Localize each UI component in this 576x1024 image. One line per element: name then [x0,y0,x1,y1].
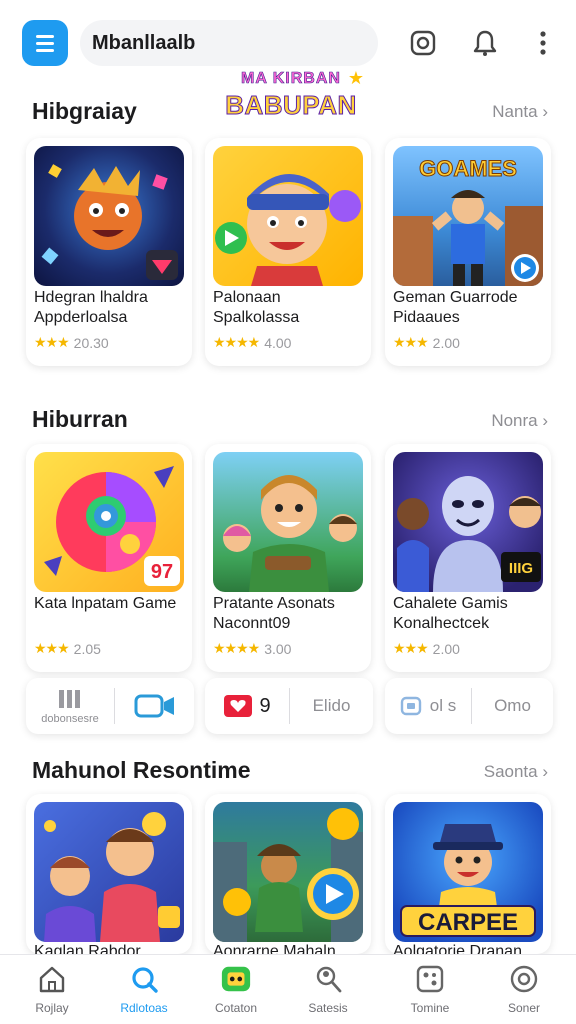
nav-item-settings[interactable]: Soner [484,963,564,1015]
star-icon: ★★★ [393,640,429,656]
game-rating: ★★★★ 3.00 [213,640,292,657]
home-icon [36,963,68,995]
instagram-icon[interactable] [406,26,440,60]
nav-item-tournament[interactable]: Tomine [390,963,470,1015]
game-thumbnail: GOAMES [393,146,543,286]
game-title: Pratante Asonats Naconnt09 [213,595,335,632]
video-icon[interactable] [115,678,194,734]
game-card[interactable]: GOAMES Geman Guarrode Pidaaues ★★★ 2.00 [385,138,551,366]
game-rating: ★★★ 2.05 [34,640,101,657]
game-thumbnail [213,146,363,286]
star-icon: ★★★ [34,640,70,656]
game-card[interactable]: Aonrarne Mahaln [205,794,371,954]
game-card[interactable]: Palonaan Spalkolassa ★★★★ 4.00 [205,138,371,366]
game-rating: ★★★ 2.00 [393,640,460,657]
game-title: Geman Guarrode Pidaaues [393,289,518,326]
svg-text:GOAMES: GOAMES [419,156,517,181]
app-logo: MA KIRBAN BABUPAN ★ [225,68,364,121]
game-thumbnail [213,802,363,942]
search-input[interactable]: Mbanllaalb [80,20,378,66]
game-card[interactable]: CARPEE Aolgatorie Dranan [385,794,551,954]
tournament-icon [414,963,446,995]
game-rating: ★★★ 20.30 [34,334,109,351]
menu-button[interactable] [22,20,68,66]
tool-item[interactable]: dobonsesre [26,678,114,734]
star-icon: ★ [347,68,364,88]
tool-card[interactable]: dobonsesre [26,678,194,734]
star-icon: ★★★★ [213,640,260,656]
section-title: Hiburran [32,406,128,432]
heart-icon [224,695,253,717]
nav-item-search[interactable]: Rdlotoas [104,963,184,1015]
star-icon: ★★★★ [213,334,260,350]
bars-icon [59,689,80,708]
game-card[interactable]: 97 Kata lnpatam Game ★★★ 2.05 [26,444,192,672]
settings-icon [508,963,540,995]
game-thumbnail: CARPEE [393,802,543,942]
game-thumbnail [34,146,184,286]
search-icon [128,963,160,995]
profile-search-icon [312,963,344,995]
game-card[interactable]: Pratante Asonats Naconnt09 ★★★★ 3.00 [205,444,371,672]
see-all-link[interactable]: Nonra › [491,411,548,431]
game-card[interactable]: Kaglan Rabdor [26,794,192,954]
game-banner: CARPEE [418,909,518,936]
tool-item[interactable]: Elido [290,678,373,734]
see-all-link[interactable]: Saonta › [484,762,548,782]
game-rating: ★★★ 2.00 [393,334,460,351]
games-icon [220,963,252,995]
bottom-navigation: Rojlay Rdlotoas Cotaton Satesis Tomine S… [0,954,576,1024]
star-icon: ★★★ [34,334,70,350]
star-icon: ★★★ [393,334,429,350]
tool-card[interactable]: ol s Omo [385,678,553,734]
see-all-link[interactable]: Nanta › [492,102,548,122]
game-thumbnail: 97 [34,452,184,592]
game-title: Palonaan Spalkolassa [213,289,300,326]
game-thumbnail: IIIG [393,452,543,592]
game-title: Kata lnpatam Game [34,595,177,612]
frame-icon [400,696,421,716]
game-card[interactable]: IIIG Cahalete Gamis Konalhectcek ★★★ 2.0… [385,444,551,672]
game-thumbnail [213,452,363,592]
section-title: Hibgraiay [32,98,137,124]
more-icon[interactable] [526,26,560,60]
game-title: Cahalete Gamis Konalhectcek [393,595,508,632]
tool-item[interactable]: Omo [472,678,553,734]
menu-icon [36,34,54,38]
tool-item[interactable]: 9 [205,678,289,734]
tool-item[interactable]: ol s [385,678,471,734]
nav-item-satesis[interactable]: Satesis [288,963,368,1015]
game-badge: IIIG [509,560,533,577]
game-rating: ★★★★ 4.00 [213,334,292,351]
game-thumbnail [34,802,184,942]
nav-item-games[interactable]: Cotaton [196,963,276,1015]
section-title: Mahunol Resontime [32,757,251,783]
game-title: Aolgatorie Dranan [393,943,522,954]
bell-icon[interactable] [468,26,502,60]
game-title: Hdegran lhaldra Appderloalsa [34,289,148,326]
game-card[interactable]: Hdegran lhaldra Appderloalsa ★★★ 20.30 [26,138,192,366]
game-badge: 97 [151,561,173,583]
game-title: Aonrarne Mahaln [213,943,336,954]
search-text: Mbanllaalb [92,31,196,54]
game-title: Kaglan Rabdor [34,943,141,954]
tool-card[interactable]: 9 Elido [205,678,373,734]
nav-item-home[interactable]: Rojlay [12,963,92,1015]
